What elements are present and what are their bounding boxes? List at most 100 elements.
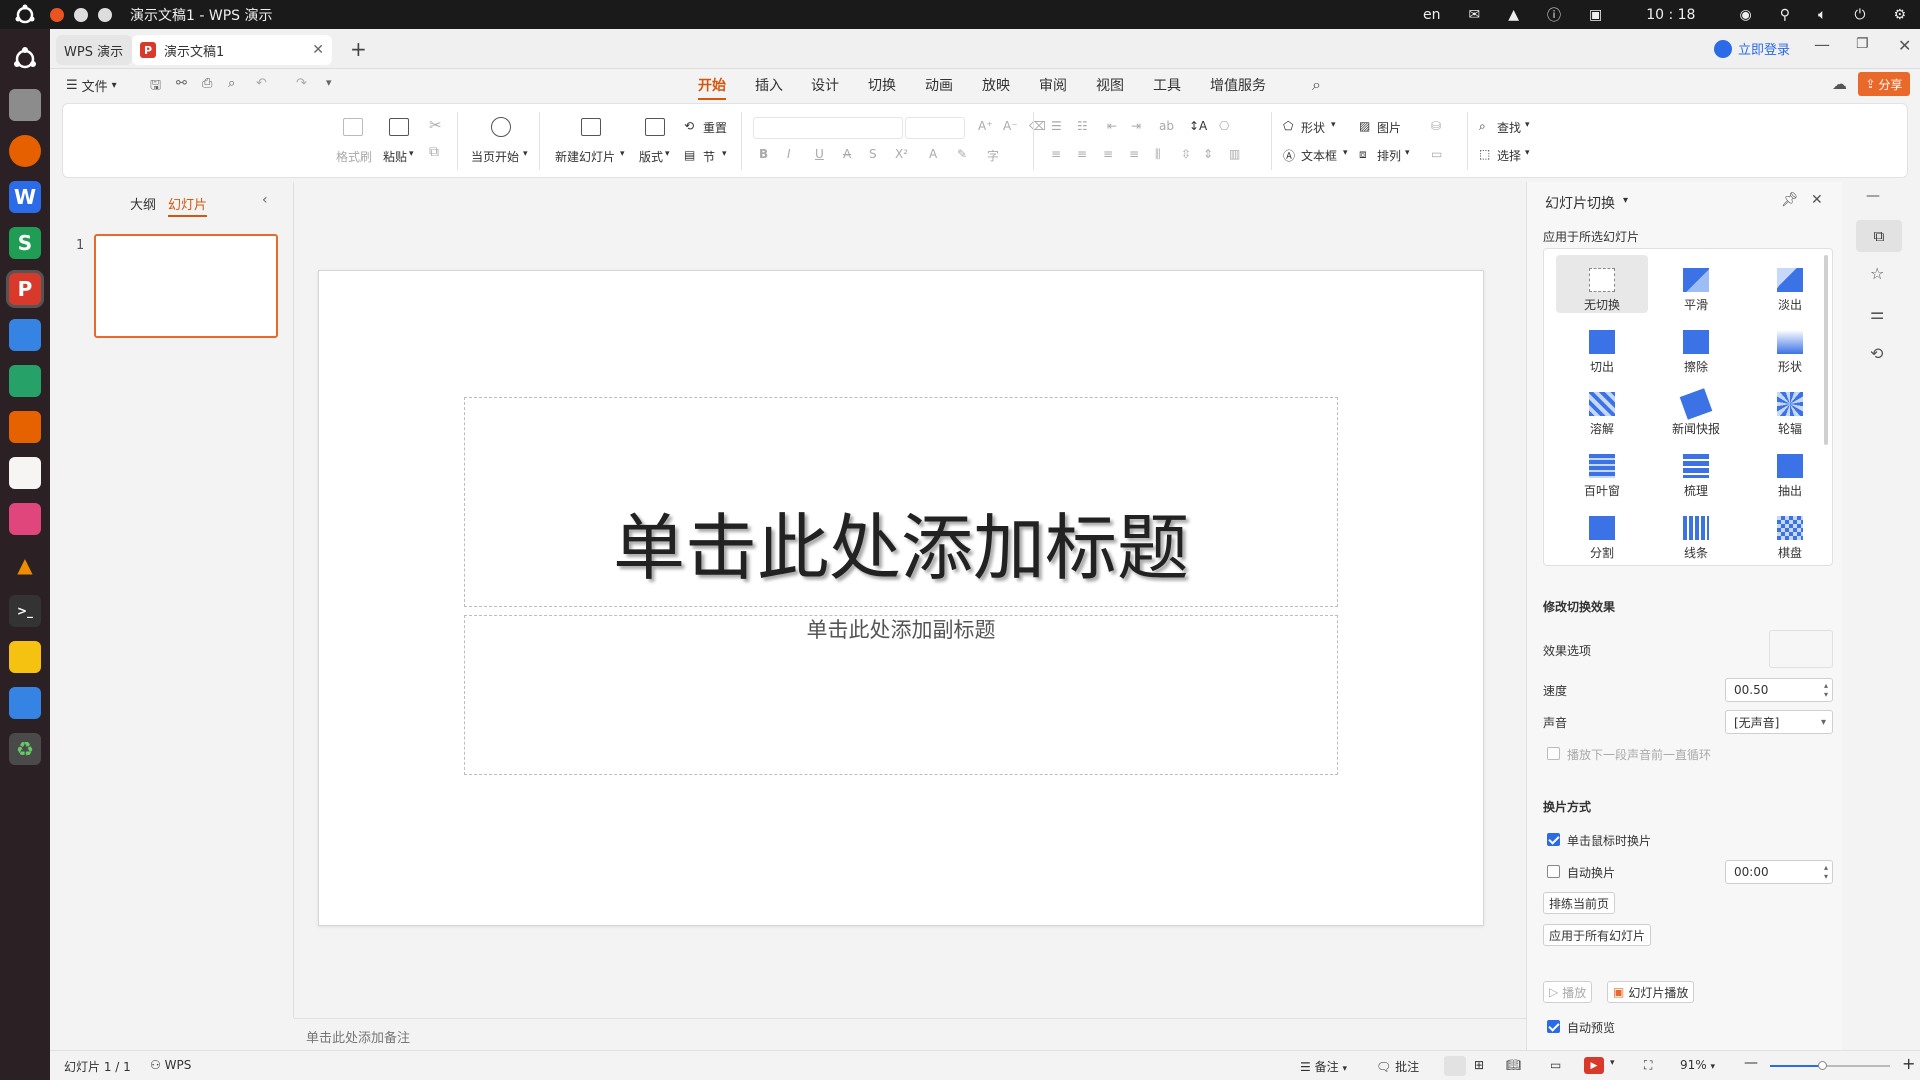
slideshow-button[interactable]: ▣ 幻灯片播放	[1607, 981, 1695, 1003]
tab-home[interactable]: 开始	[698, 75, 726, 100]
copy-icon[interactable]: ⧉	[429, 144, 439, 160]
section-button[interactable]: 节	[703, 148, 715, 165]
new-tab-button[interactable]: +	[350, 37, 367, 61]
transition-option[interactable]: 溶解	[1556, 379, 1648, 437]
new-slide-button[interactable]: 新建幻灯片	[555, 148, 615, 165]
font-size-select[interactable]	[905, 117, 965, 139]
decrease-font-icon[interactable]: A⁻	[1003, 119, 1018, 133]
play-button[interactable]: ▷ 播放	[1543, 981, 1593, 1003]
sliders-icon[interactable]: ⚌	[1870, 304, 1884, 323]
collapse-icon[interactable]: —	[1866, 188, 1880, 204]
window-close-icon[interactable]	[50, 7, 64, 22]
decrease-indent-icon[interactable]: ⇤	[1107, 119, 1117, 133]
transition-option[interactable]: 切出	[1556, 317, 1648, 375]
align-right-icon[interactable]: ≡	[1103, 147, 1113, 161]
network-icon[interactable]: ⚲	[1780, 7, 1790, 23]
transition-option[interactable]: 抽出	[1744, 441, 1836, 499]
sound-select[interactable]: [无声音] ▾	[1725, 710, 1833, 734]
save-icon[interactable]: 🖫︎	[150, 76, 161, 98]
clear-format-icon[interactable]: ⌫	[1029, 119, 1046, 133]
power-icon[interactable]: ⏻	[1854, 7, 1865, 23]
tab-insert[interactable]: 插入	[755, 75, 783, 95]
title-placeholder[interactable]: 单击此处添加标题	[464, 397, 1338, 607]
tab-design[interactable]: 设计	[811, 75, 839, 95]
underline-icon[interactable]: U	[815, 147, 824, 161]
paste-button[interactable]: 粘贴	[383, 148, 407, 165]
strikethrough-icon[interactable]: A	[843, 147, 851, 161]
tray-app-icon[interactable]: ◉	[1739, 7, 1751, 23]
arrange-button[interactable]: 排列	[1377, 147, 1401, 164]
text-direction-icon[interactable]: ab	[1159, 119, 1174, 133]
file-menu-button[interactable]: ☰ 文件 ▾	[66, 76, 117, 95]
volume-icon[interactable]: 🔈︎	[1818, 7, 1826, 23]
tab-animations[interactable]: 动画	[925, 75, 953, 95]
login-button[interactable]: 立即登录	[1714, 39, 1790, 58]
clipboard-icon[interactable]: ▣	[1589, 7, 1602, 23]
font-name-select[interactable]	[753, 117, 903, 139]
tab-slideshow[interactable]: 放映	[982, 75, 1010, 95]
dock-files-icon[interactable]	[9, 89, 41, 121]
dock-trash-icon[interactable]: ♻	[9, 733, 41, 765]
select-button[interactable]: 选择	[1497, 147, 1521, 164]
settings-icon[interactable]: ⚙	[1893, 7, 1906, 23]
layout-button[interactable]: 版式	[639, 148, 663, 165]
picture-button[interactable]: 图片	[1377, 119, 1401, 136]
reset-button[interactable]: 重置	[703, 119, 727, 136]
dock-presentation-icon[interactable]: P	[9, 273, 41, 305]
info-icon[interactable]: ⓘ	[1547, 5, 1561, 25]
slide-canvas[interactable]: 单击此处添加标题 单击此处添加副标题	[318, 270, 1484, 926]
transition-option[interactable]: 分割	[1556, 503, 1648, 561]
font-color-icon[interactable]: A	[929, 147, 937, 161]
dock-impress-icon[interactable]	[9, 411, 41, 443]
italic-icon[interactable]: I	[787, 147, 791, 161]
transition-option[interactable]: 线条	[1650, 503, 1742, 561]
dock-writer-icon[interactable]: W	[9, 181, 41, 213]
star-icon[interactable]: ☆	[1870, 264, 1884, 283]
search-icon[interactable]: ⌕	[1312, 75, 1321, 95]
tab-wps-home[interactable]: WPS 演示	[56, 35, 132, 65]
zoom-level[interactable]: 91% ▾	[1680, 1058, 1715, 1072]
zoom-in-icon[interactable]: +	[1902, 1054, 1915, 1073]
tab-view[interactable]: 视图	[1096, 75, 1124, 95]
panel-title[interactable]: 幻灯片切换	[1545, 193, 1615, 213]
tab-review[interactable]: 审阅	[1039, 75, 1067, 95]
notes-toggle[interactable]: ☰ 备注 ▾	[1300, 1058, 1347, 1075]
outline-icon[interactable]: ▭	[1431, 147, 1442, 161]
link-icon[interactable]: ⚯	[176, 76, 187, 91]
columns-icon[interactable]: ▥	[1229, 147, 1240, 161]
print-icon[interactable]: ⎙	[202, 76, 212, 91]
superscript-icon[interactable]: X²	[895, 147, 908, 161]
effect-options-select[interactable]	[1769, 630, 1833, 668]
language-indicator[interactable]: en	[1423, 7, 1441, 23]
loop-sound-checkbox[interactable]	[1547, 747, 1560, 760]
undo-icon[interactable]: ↶	[256, 76, 267, 91]
transition-option[interactable]: 形状	[1744, 317, 1836, 375]
zoom-slider[interactable]	[1770, 1061, 1890, 1070]
share-button[interactable]: ⇪ 分享	[1858, 72, 1910, 96]
transition-option[interactable]: 淡出	[1744, 255, 1836, 313]
normal-view-icon[interactable]	[1444, 1056, 1466, 1076]
dock-screenshot-icon[interactable]	[9, 687, 41, 719]
cloud-icon[interactable]: ☁	[1832, 75, 1847, 93]
transition-option[interactable]: 梳理	[1650, 441, 1742, 499]
slide-thumbnail[interactable]	[94, 234, 278, 338]
fill-icon[interactable]: ⛁	[1431, 119, 1441, 133]
bold-icon[interactable]: B	[759, 147, 768, 161]
history-icon[interactable]: ⟲	[1870, 344, 1883, 363]
presenter-icon[interactable]: ▭	[1550, 1058, 1561, 1072]
auto-preview-checkbox[interactable]	[1547, 1020, 1560, 1033]
tab-document[interactable]: P 演示文稿1 ✕	[132, 35, 332, 65]
zoom-slider-handle[interactable]	[1818, 1061, 1827, 1070]
apply-all-button[interactable]: 应用于所有幻灯片	[1543, 924, 1652, 946]
window-minimize-icon[interactable]	[74, 7, 88, 22]
zoom-out-icon[interactable]: —	[1744, 1055, 1758, 1071]
convert-smartart-icon[interactable]: ⎔	[1219, 119, 1229, 133]
transition-option[interactable]: 无切换	[1556, 255, 1648, 313]
tab-tools[interactable]: 工具	[1153, 75, 1181, 95]
speed-input[interactable]: 00.50 ▴ ▾	[1725, 678, 1833, 702]
justify-icon[interactable]: ≡	[1129, 147, 1139, 161]
advance-on-click-checkbox[interactable]	[1547, 833, 1560, 846]
distribute-icon[interactable]: ⫼	[1155, 147, 1161, 162]
collapse-pane-icon[interactable]: ‹	[262, 192, 268, 208]
dock-vlc-icon[interactable]: ▲	[9, 549, 41, 581]
